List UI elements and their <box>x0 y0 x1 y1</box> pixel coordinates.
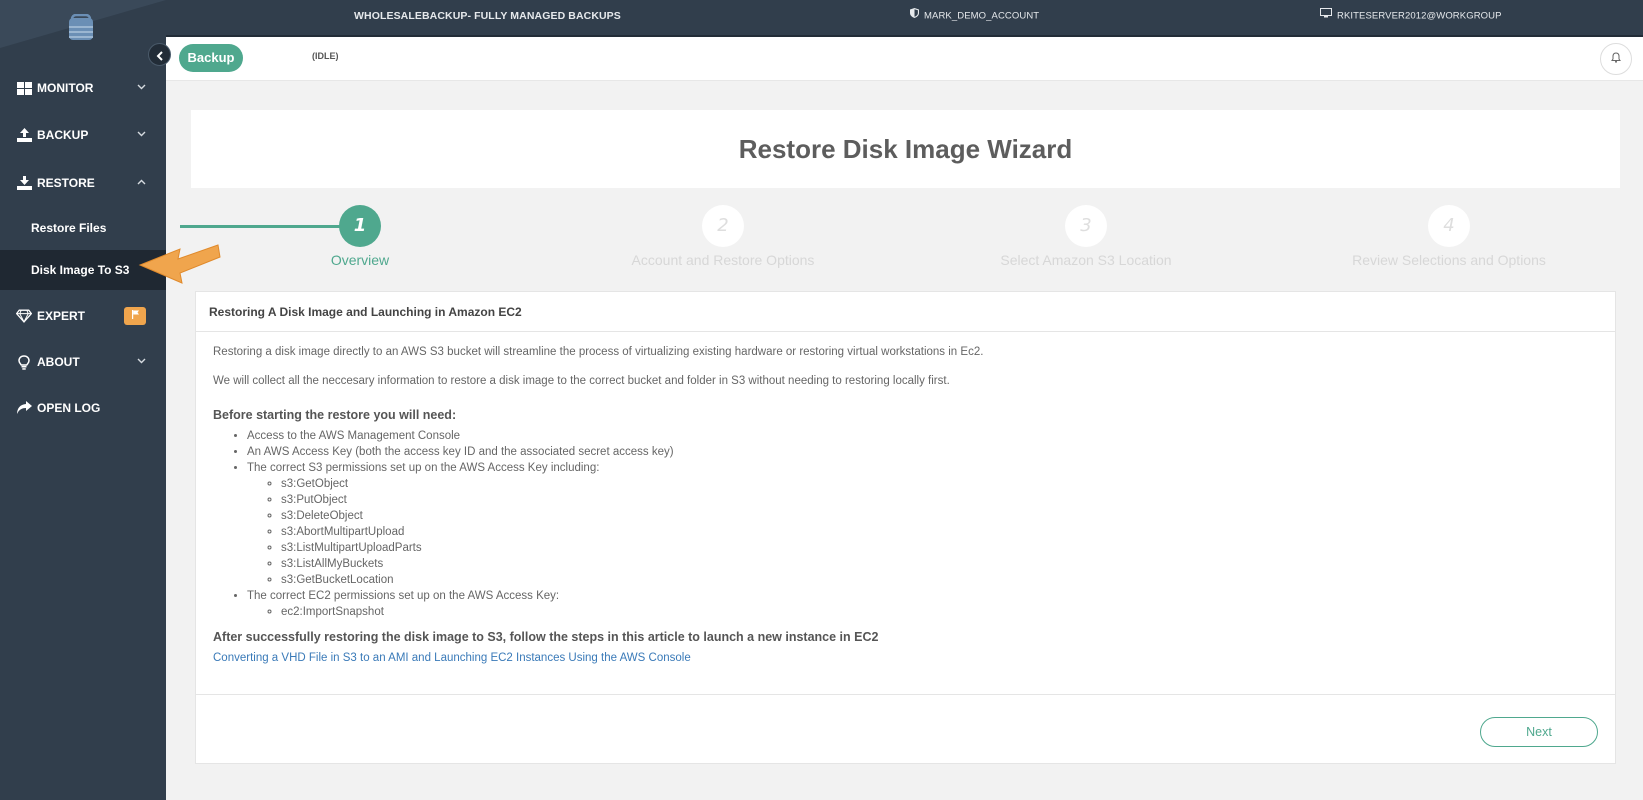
page-title: Restore Disk Image Wizard <box>738 134 1073 164</box>
requirements-heading: Before starting the restore you will nee… <box>213 408 457 422</box>
nav-about-label: ABOUT <box>37 355 80 369</box>
download-icon <box>16 175 32 191</box>
list-item: s3:ListMultipartUploadParts <box>281 540 1598 556</box>
nav-open-log-label: OPEN LOG <box>37 401 101 415</box>
nav-restore-label: RESTORE <box>37 176 95 190</box>
product-title: WHOLESALEBACKUP- FULLY MANAGED BACKUPS <box>354 10 621 22</box>
nav-monitor[interactable]: MONITOR <box>0 68 166 108</box>
server-name: RKITESERVER2012@WORKGROUP <box>1337 10 1502 22</box>
collapse-sidebar-button[interactable] <box>148 43 171 66</box>
ec2-permissions-list: ec2:ImportSnapshot <box>247 604 1598 620</box>
chevron-down-icon <box>137 356 146 367</box>
status-text: (IDLE) <box>312 51 339 61</box>
step-number: 1 <box>339 205 381 247</box>
panel-footer: Next <box>196 694 1615 764</box>
lightbulb-icon <box>16 354 32 370</box>
list-item: s3:ListAllMyBuckets <box>281 556 1598 572</box>
share-arrow-icon <box>16 400 32 416</box>
nav-monitor-label: MONITOR <box>37 81 94 95</box>
step-number: 2 <box>702 205 744 247</box>
nav-backup-label: BACKUP <box>37 128 89 142</box>
chevron-down-icon <box>137 129 146 140</box>
shield-icon <box>910 0 919 32</box>
list-item: The correct EC2 permissions set up on th… <box>247 588 1598 620</box>
requirements-list: Access to the AWS Management Console An … <box>213 428 1598 620</box>
list-item-text: The correct S3 permissions set up on the… <box>247 462 600 474</box>
chevron-down-icon <box>137 82 146 93</box>
backup-button[interactable]: Backup <box>179 44 243 72</box>
next-button[interactable]: Next <box>1480 717 1598 747</box>
wizard-steps: 1 Overview 2 Account and Restore Options… <box>166 205 1643 275</box>
step-label: Select Amazon S3 Location <box>1000 252 1172 268</box>
list-item: s3:GetBucketLocation <box>281 572 1598 588</box>
top-bar: WHOLESALEBACKUP- FULLY MANAGED BACKUPS M… <box>0 0 1643 37</box>
account-indicator: MARK_DEMO_ACCOUNT <box>910 0 1039 35</box>
list-item: s3:GetObject <box>281 476 1598 492</box>
nav-backup[interactable]: BACKUP <box>0 115 166 155</box>
dashboard-icon <box>16 80 32 96</box>
nav-restore[interactable]: RESTORE <box>0 163 166 203</box>
nav-expert-label: EXPERT <box>37 309 86 323</box>
upload-icon <box>16 127 32 143</box>
panel-body: Restoring a disk image directly to an AW… <box>196 332 1615 676</box>
nav-about[interactable]: ABOUT <box>0 342 166 382</box>
content-header: Backup (IDLE) <box>166 37 1643 81</box>
step-s3-location[interactable]: 3 Select Amazon S3 Location <box>936 205 1236 268</box>
monitor-icon <box>1320 0 1332 32</box>
account-name: MARK_DEMO_ACCOUNT <box>924 10 1040 22</box>
flag-icon <box>124 307 146 325</box>
article-link[interactable]: Converting a VHD File in S3 to an AMI an… <box>213 652 691 664</box>
step-number: 3 <box>1065 205 1107 247</box>
step-review[interactable]: 4 Review Selections and Options <box>1299 205 1599 268</box>
after-restore-heading: After successfully restoring the disk im… <box>213 630 879 644</box>
nav-expert[interactable]: EXPERT <box>0 296 166 336</box>
s3-permissions-list: s3:GetObject s3:PutObject s3:DeleteObjec… <box>247 476 1598 588</box>
list-item: An AWS Access Key (both the access key I… <box>247 444 1598 460</box>
bell-icon <box>1611 50 1621 68</box>
list-item: s3:AbortMultipartUpload <box>281 524 1598 540</box>
sidebar: MONITOR BACKUP RESTORE Restore Files Dis… <box>0 0 166 800</box>
chevron-left-icon <box>156 48 164 62</box>
logo-area <box>0 0 166 50</box>
overview-panel: Restoring A Disk Image and Launching in … <box>195 291 1616 764</box>
list-item: ec2:ImportSnapshot <box>281 604 1598 620</box>
list-item-text: The correct EC2 permissions set up on th… <box>247 590 560 602</box>
list-item: The correct S3 permissions set up on the… <box>247 460 1598 588</box>
server-indicator: RKITESERVER2012@WORKGROUP <box>1320 0 1502 35</box>
step-number: 4 <box>1428 205 1470 247</box>
list-item: s3:DeleteObject <box>281 508 1598 524</box>
step-label: Account and Restore Options <box>631 252 815 268</box>
step-label: Overview <box>330 252 390 268</box>
annotation-arrow-icon <box>138 244 221 284</box>
step-label: Review Selections and Options <box>1352 252 1546 268</box>
list-item: s3:PutObject <box>281 492 1598 508</box>
step-overview[interactable]: 1 Overview <box>210 205 510 268</box>
info-paragraph: We will collect all the neccesary inform… <box>213 375 950 387</box>
intro-paragraph: Restoring a disk image directly to an AW… <box>213 346 984 358</box>
chevron-up-icon <box>137 177 146 188</box>
diamond-icon <box>16 308 32 324</box>
wizard-title-box: Restore Disk Image Wizard <box>191 110 1620 188</box>
step-account-options[interactable]: 2 Account and Restore Options <box>573 205 873 268</box>
panel-heading: Restoring A Disk Image and Launching in … <box>196 292 1615 332</box>
list-item: Access to the AWS Management Console <box>247 428 1598 444</box>
nav-open-log[interactable]: OPEN LOG <box>0 388 166 428</box>
logo-icon[interactable] <box>68 13 94 42</box>
notifications-button[interactable] <box>1600 43 1632 75</box>
